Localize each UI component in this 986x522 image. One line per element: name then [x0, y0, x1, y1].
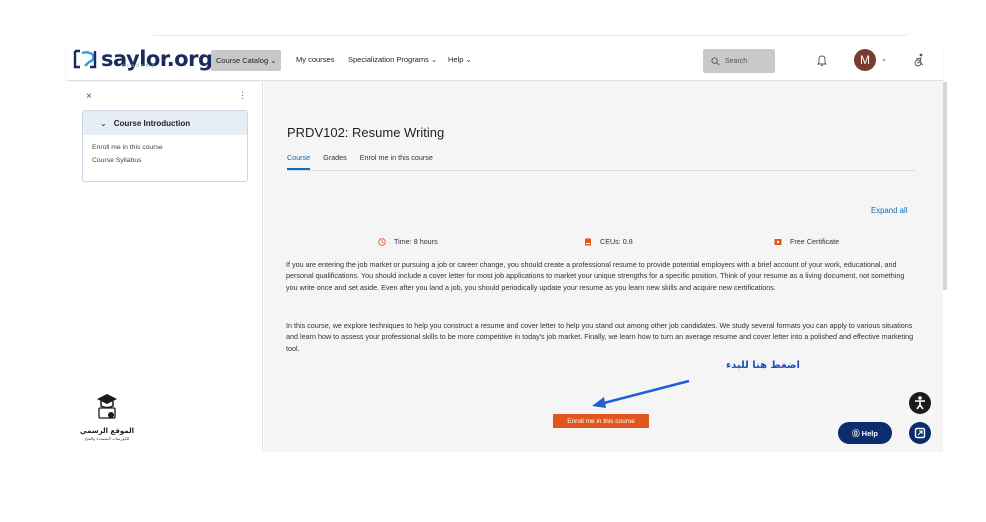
chevron-down-icon: ⌄ — [100, 118, 107, 128]
search-input[interactable]: Search — [703, 49, 775, 73]
main-content: PRDV102: Resume Writing Course Grades En… — [264, 82, 943, 452]
logo-icon — [73, 49, 97, 69]
description-paragraph: In this course, we explore techniques to… — [286, 321, 914, 353]
sidebar-item-syllabus[interactable]: Course Syllabus — [83, 157, 247, 164]
nav-specialization-programs[interactable]: Specialization Programs ⌄ — [348, 55, 437, 64]
clock-icon — [378, 237, 386, 246]
expand-icon — [914, 427, 926, 439]
help-button[interactable]: ⓪ Help — [838, 422, 892, 444]
search-placeholder: Search — [725, 57, 748, 65]
meta-ceus: CEUs: 0.8 — [584, 237, 633, 246]
search-icon — [711, 56, 720, 65]
accessibility-icon — [915, 396, 925, 410]
page-title: PRDV102: Resume Writing — [287, 125, 445, 140]
section-title: Course Introduction — [113, 118, 191, 128]
nav-course-catalog[interactable]: Course Catalog ⌄ — [211, 50, 282, 71]
avatar[interactable]: M — [854, 49, 876, 71]
tab-grades[interactable]: Grades — [323, 152, 347, 170]
navbar: saylor.org academy Course Catalog ⌄ My c… — [67, 41, 943, 81]
section-header[interactable]: ⌄ Course Introduction — [83, 111, 247, 135]
expand-all-link[interactable]: Expand all — [871, 206, 907, 215]
annotation-text: اضغط هنا للبدء — [726, 360, 800, 371]
chevron-down-icon[interactable]: ⌄ — [881, 55, 887, 63]
enroll-button[interactable]: Enroll me in this course — [553, 414, 649, 428]
sidebar-item-enroll[interactable]: Enroll me in this course — [83, 144, 247, 151]
meta-ceus-text: CEUs: 0.8 — [600, 237, 633, 246]
certificate-icon — [774, 238, 782, 245]
meta-time-text: Time: 8 hours — [394, 237, 438, 246]
scrollbar[interactable] — [943, 82, 947, 290]
tab-course[interactable]: Course — [287, 152, 311, 170]
tab-enrol[interactable]: Enrol me in this course — [360, 152, 433, 170]
drawer-menu-icon[interactable]: ⋮ — [238, 90, 247, 101]
badge-name: الموقع الرسمي — [80, 427, 134, 435]
book-icon — [585, 238, 591, 245]
expand-window-button[interactable] — [909, 422, 931, 444]
close-drawer-icon[interactable]: × — [86, 91, 92, 102]
nav-help[interactable]: Help ⌄ — [448, 55, 472, 64]
section-course-introduction: ⌄ Course Introduction Enroll me in this … — [82, 110, 248, 182]
meta-certificate: Free Certificate — [774, 237, 839, 246]
logo-subtitle: academy — [122, 63, 157, 69]
course-tabs: Course Grades Enrol me in this course — [287, 152, 915, 171]
school-icon — [97, 394, 117, 419]
accessibility-widget-button[interactable] — [909, 392, 931, 414]
top-decoration — [150, 30, 910, 36]
bell-icon[interactable] — [815, 53, 829, 67]
description-paragraph: If you are entering the job market or pu… — [286, 260, 905, 292]
accessibility-icon[interactable] — [912, 52, 928, 68]
badge-subtitle: للكورسات المعتمدة والمنح — [84, 436, 130, 441]
nav-my-courses[interactable]: My courses — [296, 55, 334, 64]
meta-certificate-text: Free Certificate — [790, 237, 840, 246]
watermark-badge: الموقع الرسمي للكورسات المعتمدة والمنح — [72, 392, 142, 441]
meta-time: Time: 8 hours — [378, 237, 438, 246]
logo-text: saylor.org — [101, 47, 213, 71]
arrow-icon — [592, 379, 690, 408]
